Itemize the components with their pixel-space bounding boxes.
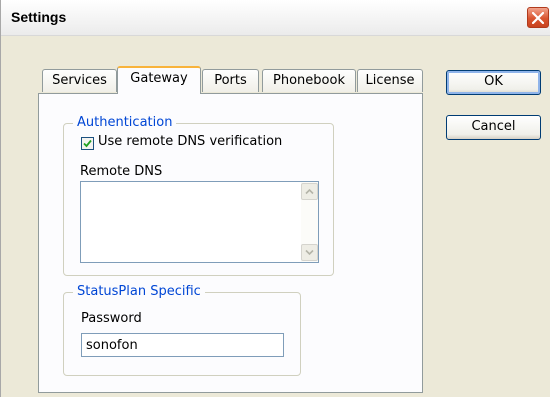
tab-label: Phonebook bbox=[273, 73, 345, 88]
use-remote-dns-checkbox[interactable] bbox=[81, 137, 94, 150]
password-label: Password bbox=[81, 311, 142, 326]
cancel-button[interactable]: Cancel bbox=[446, 115, 541, 140]
tab-label: License bbox=[365, 73, 415, 88]
statusplan-group-title: StatusPlan Specific bbox=[73, 284, 205, 299]
tab-services[interactable]: Services bbox=[42, 69, 117, 92]
close-icon bbox=[532, 12, 544, 24]
chevron-up-icon bbox=[305, 188, 314, 195]
authentication-group: Authentication Use remote DNS verificati… bbox=[63, 115, 334, 276]
gateway-tab-panel: Authentication Use remote DNS verificati… bbox=[38, 93, 423, 393]
tab-license[interactable]: License bbox=[357, 69, 423, 92]
statusplan-group: StatusPlan Specific Password bbox=[63, 284, 301, 376]
close-button[interactable] bbox=[527, 7, 549, 28]
title-bar: Settings bbox=[1, 0, 550, 36]
tab-gateway[interactable]: Gateway bbox=[117, 66, 201, 94]
authentication-group-title: Authentication bbox=[73, 115, 177, 130]
settings-dialog: Settings Services Gateway Ports Phoneboo… bbox=[0, 0, 550, 397]
tab-ports[interactable]: Ports bbox=[202, 69, 259, 92]
remote-dns-label: Remote DNS bbox=[80, 164, 163, 179]
use-remote-dns-label[interactable]: Use remote DNS verification bbox=[98, 134, 282, 149]
checkmark-icon bbox=[83, 139, 92, 148]
tab-label: Gateway bbox=[130, 71, 188, 86]
tab-label: Ports bbox=[214, 73, 247, 88]
ok-button-label: OK bbox=[484, 74, 503, 89]
remote-dns-scrollbar[interactable] bbox=[301, 182, 318, 262]
tab-phonebook[interactable]: Phonebook bbox=[262, 69, 356, 92]
ok-button[interactable]: OK bbox=[446, 70, 541, 95]
chevron-down-icon bbox=[305, 249, 314, 256]
scroll-up-button[interactable] bbox=[301, 183, 318, 200]
scroll-down-button[interactable] bbox=[301, 244, 318, 261]
window-title: Settings bbox=[11, 9, 67, 25]
tab-label: Services bbox=[52, 73, 107, 88]
cancel-button-label: Cancel bbox=[471, 119, 516, 134]
remote-dns-textarea[interactable] bbox=[80, 181, 319, 263]
password-input[interactable] bbox=[81, 333, 284, 357]
